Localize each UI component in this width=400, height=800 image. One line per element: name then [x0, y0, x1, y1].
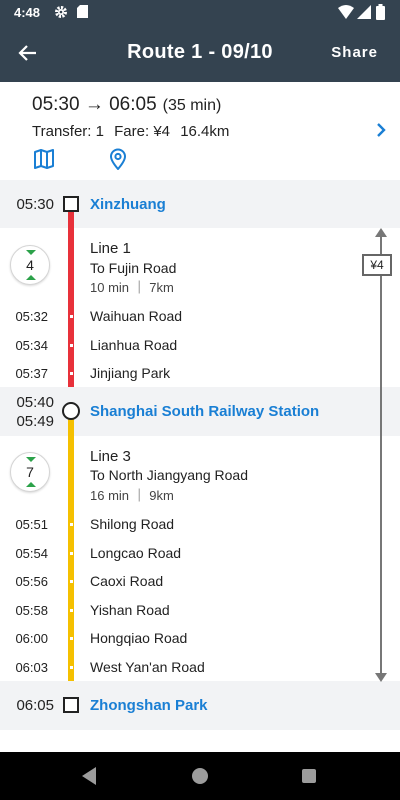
transfer-count: Transfer: 1 [32, 123, 104, 140]
line-info: 16 min ｜ 9km [90, 488, 174, 503]
station-name[interactable]: Shanghai South Railway Station [90, 403, 319, 420]
stop-time: 05:34 [15, 338, 48, 353]
route-distance: 16.4km [180, 123, 230, 140]
stop-time: 05:37 [15, 366, 48, 381]
stop-tick [70, 666, 73, 669]
stop-time: 06:00 [15, 631, 48, 646]
station-time: 06:05 [16, 697, 54, 714]
stop-tick [70, 523, 73, 526]
stops-count-badge[interactable]: 7 [10, 452, 50, 492]
line-name: Line 1 [90, 240, 131, 257]
share-button[interactable]: Share [331, 44, 378, 61]
time-range: 05:30 → 06:05 [32, 94, 157, 115]
route-meta: Transfer: 1 Fare: ¥4 16.4km [32, 123, 235, 140]
stop-name: Waihuan Road [90, 308, 183, 324]
stop-name: Lianhua Road [90, 337, 178, 353]
line-info: 10 min ｜ 7km [90, 280, 174, 295]
status-time: 4:48 [14, 5, 41, 20]
app-bar: Route 1 - 09/10 Share [0, 24, 400, 82]
expand-up-icon [26, 250, 36, 255]
stop-name: Shilong Road [90, 516, 175, 532]
expand-down-icon [26, 275, 36, 280]
stop-time: 06:03 [15, 660, 48, 675]
destination-node [63, 697, 79, 713]
line-name: Line 3 [90, 448, 131, 465]
fare-range-track [380, 236, 382, 676]
stop-tick [70, 609, 73, 612]
station-row-xinzhuang[interactable]: 05:30 Xinzhuang [0, 180, 400, 228]
station-name[interactable]: Zhongshan Park [90, 697, 208, 714]
stop-time: 05:56 [15, 574, 48, 589]
expand-down-icon [26, 482, 36, 487]
stops-count-badge[interactable]: 4 [10, 245, 50, 285]
route-time-range: 05:30 → 06:05 (35 min) [32, 94, 221, 116]
stop-time: 05:51 [15, 517, 48, 532]
stop-time: 05:32 [15, 309, 48, 324]
arrow-down-icon [375, 673, 387, 682]
line1-track [68, 212, 74, 411]
nav-recents-icon[interactable] [302, 769, 316, 783]
stop-name: Hongqiao Road [90, 630, 188, 646]
station-row-shanghai-south[interactable]: 05:40 05:49 Shanghai South Railway Stati… [0, 387, 400, 436]
expand-up-icon [26, 457, 36, 462]
stop-time: 05:58 [15, 603, 48, 618]
stop-time: 05:54 [15, 546, 48, 561]
nav-back-icon[interactable] [80, 766, 98, 786]
station-row-zhongshan-park[interactable]: 06:05 Zhongshan Park [0, 681, 400, 730]
status-bar: 4:48 [0, 0, 400, 24]
stop-name: Jinjiang Park [90, 365, 171, 381]
station-name[interactable]: Xinzhuang [90, 196, 166, 213]
route-duration: (35 min) [162, 97, 222, 114]
stop-tick [70, 344, 73, 347]
nav-home-icon[interactable] [192, 768, 208, 784]
stop-tick [70, 372, 73, 375]
stop-name: West Yan'an Road [90, 659, 205, 675]
station-depart-time: 05:49 [16, 413, 54, 430]
map-icon[interactable] [33, 148, 55, 170]
cell-signal-icon [357, 5, 371, 19]
station-time: 05:30 [16, 196, 54, 213]
line-direction: To North Jiangyang Road [90, 467, 248, 483]
arrow-up-icon [375, 228, 387, 237]
system-nav-bar [0, 752, 400, 800]
stop-tick [70, 580, 73, 583]
settings-gear-icon [55, 6, 67, 18]
transfer-node [62, 402, 80, 420]
location-pin-icon[interactable] [107, 148, 129, 170]
stop-name: Yishan Road [90, 602, 170, 618]
stop-name: Caoxi Road [90, 573, 164, 589]
route-summary[interactable]: 05:30 → 06:05 (35 min) Transfer: 1 Fare: … [0, 82, 400, 180]
chevron-right-icon[interactable] [374, 122, 388, 138]
station-arrive-time: 05:40 [16, 394, 54, 411]
fare-marker: ¥4 [362, 254, 392, 276]
battery-icon [376, 4, 385, 20]
wifi-icon [338, 5, 354, 19]
fare-amount: Fare: ¥4 [114, 123, 171, 140]
stop-tick [70, 315, 73, 318]
origin-node [63, 196, 79, 212]
line-direction: To Fujin Road [90, 260, 177, 276]
stop-tick [70, 552, 73, 555]
stop-name: Longcao Road [90, 545, 182, 561]
stop-tick [70, 637, 73, 640]
stops-count: 7 [26, 464, 34, 480]
stops-count: 4 [26, 257, 34, 273]
line3-track [68, 411, 74, 705]
sd-card-icon [77, 5, 88, 18]
